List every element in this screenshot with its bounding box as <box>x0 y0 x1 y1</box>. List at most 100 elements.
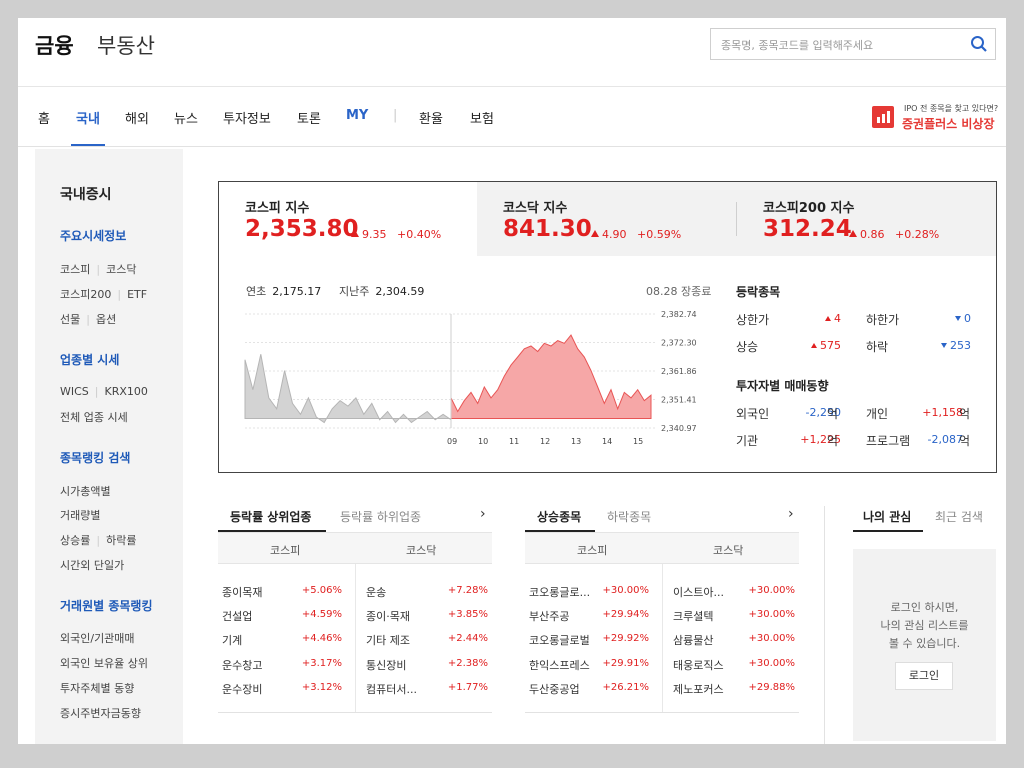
tab-sector-top[interactable]: 등락률 상위업종 <box>230 508 311 525</box>
row-name[interactable]: 운수창고 <box>222 657 262 673</box>
interest-box: 로그인 하시면, 나의 관심 리스트를 볼 수 있습니다. 로그인 <box>853 549 996 741</box>
col-kospi: 코스피 <box>577 544 608 557</box>
logo-finance[interactable]: 금융 <box>35 30 74 60</box>
tab-recent-search[interactable]: 최근 검색 <box>935 508 983 525</box>
sidebar-item-row: 상승률 | 하락률 <box>60 534 137 547</box>
row-name[interactable]: 코오롱글로... <box>529 584 590 600</box>
sidebar-item-investor-trend[interactable]: 투자주체별 동향 <box>60 680 134 696</box>
chevron-right-icon[interactable]: › <box>480 506 486 522</box>
sidebar-item-row: 코스피 | 코스닥 <box>60 263 137 276</box>
row-name[interactable]: 운송 <box>366 584 386 600</box>
x-tick-label: 12 <box>540 437 550 446</box>
sidebar-title: 국내증시 <box>60 187 112 203</box>
tab-rising-stocks[interactable]: 상승종목 <box>537 508 581 525</box>
column-divider <box>355 564 356 712</box>
nav-domestic[interactable]: 국내 <box>76 108 100 127</box>
sidebar-item-etf[interactable]: ETF <box>127 288 147 301</box>
tab-kospi200[interactable]: 코스피200 지수 312.24 0.86 +0.28% <box>737 182 996 256</box>
sidebar-item-wics[interactable]: WICS <box>60 385 89 398</box>
nav-overseas[interactable]: 해외 <box>125 108 149 127</box>
sidebar-item-volume[interactable]: 거래량별 <box>60 507 100 523</box>
row-name[interactable]: 이스트아... <box>673 584 724 600</box>
index-tabs: 코스피 지수 2,353.80 9.35 +0.40% 코스닥 지수 841.3… <box>219 182 996 256</box>
sidebar-item-kospi[interactable]: 코스피 <box>60 263 90 276</box>
row-name[interactable]: 통신장비 <box>366 657 406 673</box>
nav-news[interactable]: 뉴스 <box>174 108 198 127</box>
sidebar-head-ranking[interactable]: 종목랭킹 검색 <box>60 449 130 466</box>
sidebar-item-rise-rate[interactable]: 상승률 <box>60 534 90 547</box>
sidebar-item-row: 코스피200 | ETF <box>60 288 148 301</box>
row-name[interactable]: 기타 제조 <box>366 632 410 648</box>
nav-exchange[interactable]: 환율 <box>419 108 443 127</box>
sidebar-item-foreign-inst[interactable]: 외국인/기관매매 <box>60 630 135 646</box>
chevron-right-icon[interactable]: › <box>788 506 794 522</box>
sidebar-item-kospi200[interactable]: 코스피200 <box>60 288 111 301</box>
tab-kosdaq[interactable]: 코스닥 지수 841.30 4.90 +0.59% <box>477 182 736 256</box>
x-tick-label: 11 <box>509 437 519 446</box>
row-name[interactable]: 컴퓨터서... <box>366 681 417 697</box>
row-name[interactable]: 운수장비 <box>222 681 262 697</box>
col-kosdaq: 코스닥 <box>713 544 744 557</box>
page-frame: 금융 부동산 종목명, 종목코드를 입력해주세요 홈 국내 해외 뉴스 투자정보… <box>18 18 1006 744</box>
stock-columns: 코스피 코스닥 <box>525 532 799 564</box>
row-change: +29.88% <box>748 682 795 693</box>
lower-limit-label: 하한가 <box>866 313 900 327</box>
row-change: +5.06% <box>301 585 342 596</box>
sidebar-head-sector[interactable]: 업종별 시세 <box>60 351 119 368</box>
sidebar-item-futures[interactable]: 선물 <box>60 313 80 326</box>
sidebar-item-fall-rate[interactable]: 하락률 <box>106 534 136 547</box>
row-name[interactable]: 제노포커스 <box>673 681 724 697</box>
tab-my-interest[interactable]: 나의 관심 <box>863 508 911 525</box>
row-name[interactable]: 삼륭물산 <box>673 632 713 648</box>
tab-falling-stocks[interactable]: 하락종목 <box>607 508 651 525</box>
row-name[interactable]: 한익스프레스 <box>529 657 590 673</box>
row-name[interactable]: 두산중공업 <box>529 681 580 697</box>
upper-limit-label: 상한가 <box>736 313 770 327</box>
row-name[interactable]: 코오롱글로벌 <box>529 632 590 648</box>
row-name[interactable]: 부산주공 <box>529 608 569 624</box>
sidebar-item-krx100[interactable]: KRX100 <box>105 385 148 398</box>
sidebar-head-major[interactable]: 주요시세정보 <box>60 227 126 244</box>
login-prompt: 로그인 하시면, 나의 관심 리스트를 볼 수 있습니다. <box>880 601 969 650</box>
row-change: +30.00% <box>748 585 795 596</box>
nav-home[interactable]: 홈 <box>38 108 50 127</box>
tab-kospi[interactable]: 코스피 지수 2,353.80 9.35 +0.40% <box>219 182 477 256</box>
login-button[interactable]: 로그인 <box>895 662 953 690</box>
row-name[interactable]: 건설업 <box>222 608 252 624</box>
sidebar-item-options[interactable]: 옵션 <box>96 313 116 326</box>
sidebar-item-all-sectors[interactable]: 전체 업종 시세 <box>60 409 128 425</box>
row-change: +26.21% <box>602 682 649 693</box>
sidebar-item-foreign-holding[interactable]: 외국인 보유율 상위 <box>60 655 148 671</box>
sidebar-item-marketcap[interactable]: 시가총액별 <box>60 483 111 499</box>
foreign-label: 외국인 <box>736 407 770 421</box>
col-kosdaq: 코스닥 <box>406 544 437 557</box>
search-input[interactable]: 종목명, 종목코드를 입력해주세요 <box>710 28 996 60</box>
row-change: +2.38% <box>447 658 488 669</box>
nav-invest-info[interactable]: 투자정보 <box>223 108 271 127</box>
row-change: +3.85% <box>447 609 488 620</box>
sidebar-head-broker[interactable]: 거래원별 종목랭킹 <box>60 597 153 614</box>
row-name[interactable]: 기계 <box>222 632 242 648</box>
nav-insurance[interactable]: 보험 <box>470 108 494 127</box>
sidebar-item-kosdaq[interactable]: 코스닥 <box>106 263 136 276</box>
personal-label: 개인 <box>866 407 889 421</box>
col-kospi: 코스피 <box>270 544 301 557</box>
row-name[interactable]: 크루셜텍 <box>673 608 713 624</box>
sidebar-item-market-funds[interactable]: 증시주변자금동향 <box>60 705 141 721</box>
row-change: +29.91% <box>602 658 649 669</box>
row-name[interactable]: 태웅로직스 <box>673 657 724 673</box>
search-icon[interactable] <box>969 34 989 54</box>
row-change: +3.12% <box>301 682 342 693</box>
nav-my[interactable]: MY <box>346 108 368 123</box>
up-arrow-icon <box>849 230 857 237</box>
sidebar-item-afterhours[interactable]: 시간외 단일가 <box>60 557 124 573</box>
tab-sector-bottom[interactable]: 등락률 하위업종 <box>340 508 421 525</box>
logo-realestate[interactable]: 부동산 <box>97 30 155 60</box>
row-name[interactable]: 종이목재 <box>222 584 262 600</box>
x-tick-label: 09 <box>447 437 457 446</box>
row-name[interactable]: 종이·목재 <box>366 608 410 624</box>
x-tick-label: 15 <box>633 437 643 446</box>
ytd-info: 연초 2,175.17 <box>246 285 322 298</box>
rise-value: 575 <box>807 339 841 352</box>
nav-discussion[interactable]: 토론 <box>297 108 321 127</box>
